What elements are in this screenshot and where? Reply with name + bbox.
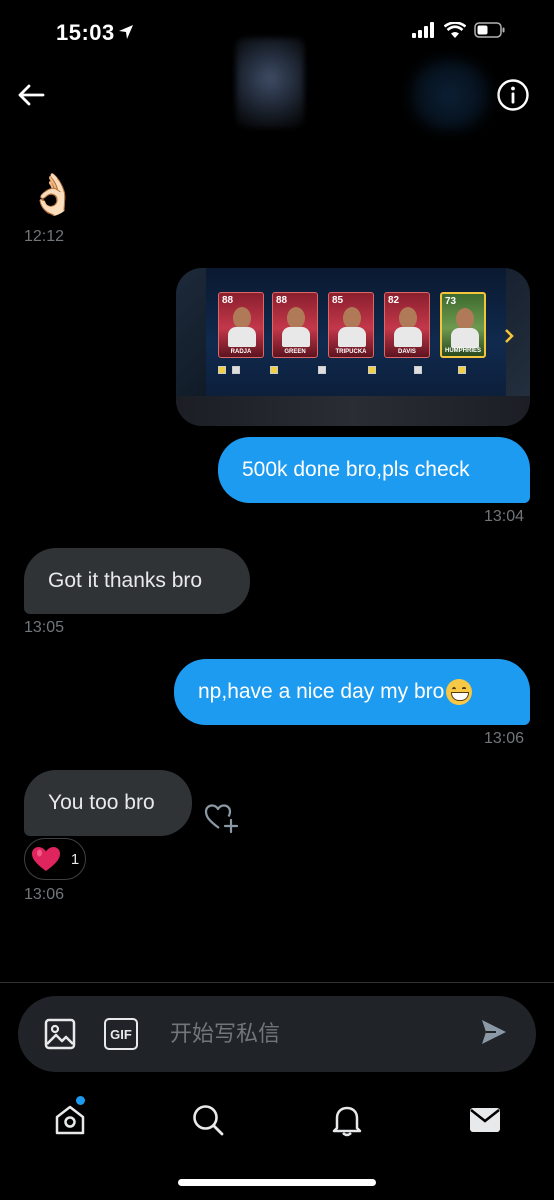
card-rating: 85 [332, 295, 344, 306]
location-arrow-icon [118, 24, 134, 45]
add-reaction-button[interactable] [204, 802, 240, 836]
card-player-name: DAVIS [398, 349, 416, 355]
card-rating: 88 [276, 295, 288, 306]
card-player-name: TRIPUCKA [335, 349, 367, 355]
wifi-icon [443, 21, 467, 43]
message-emoji[interactable]: 👌🏻 [28, 170, 78, 220]
bell-icon [332, 1106, 362, 1137]
reaction-count: 1 [70, 850, 80, 868]
home-icon [55, 1105, 85, 1135]
image-button[interactable] [44, 1018, 76, 1055]
message-text: 500k done bro,pls check [242, 458, 470, 481]
mail-icon [470, 1108, 500, 1132]
message-bubble-outgoing[interactable]: np,have a nice day my bro [174, 659, 530, 725]
photo-chip-row [218, 366, 488, 376]
search-icon [193, 1105, 224, 1136]
composer-divider [0, 982, 554, 983]
battery-icon [474, 22, 506, 43]
gif-button[interactable]: GIF [104, 1018, 138, 1050]
message-timestamp: 13:06 [484, 730, 525, 747]
send-button[interactable] [480, 1018, 508, 1051]
message-photo[interactable]: 88 RADJA 88 GREEN 85 TRIPUCKA 82 DAVIS 73 HUMPHRI… [176, 268, 530, 426]
heart-reaction-icon [31, 847, 60, 871]
grinning-face-emoji-icon [446, 679, 473, 705]
tab-home[interactable] [52, 1102, 88, 1138]
tab-search[interactable] [190, 1102, 226, 1138]
back-button[interactable] [14, 78, 48, 112]
photo-player-card: 73 HUMPHRIES [440, 292, 486, 358]
message-text: np,have a nice day my bro [198, 680, 445, 703]
cellular-signal-icon [412, 22, 436, 43]
tab-messages[interactable] [467, 1102, 503, 1138]
status-time: 15:03 [56, 20, 115, 45]
message-composer: GIF [18, 996, 536, 1072]
message-timestamp: 13:06 [24, 886, 65, 903]
message-timestamp: 13:05 [24, 619, 65, 636]
message-bubble-incoming[interactable]: Got it thanks bro [24, 548, 250, 614]
message-text: Got it thanks bro [48, 569, 203, 592]
message-input[interactable] [170, 1016, 450, 1052]
message-bubble-outgoing[interactable]: 500k done bro,pls check [218, 437, 530, 503]
heart-plus-icon [204, 804, 239, 834]
reaction-badge[interactable]: 1 [24, 838, 86, 880]
tab-notifications[interactable] [329, 1102, 365, 1138]
info-button[interactable] [496, 78, 530, 112]
card-player-name: HUMPHRIES [444, 348, 481, 354]
photo-chevron-right-icon [505, 329, 514, 343]
contact-name[interactable] [410, 60, 490, 130]
image-icon [44, 1018, 76, 1050]
bottom-tab-bar [0, 1090, 554, 1150]
card-rating: 88 [222, 295, 234, 306]
back-arrow-icon [18, 84, 45, 106]
contact-avatar[interactable] [236, 38, 304, 128]
card-player-name: GREEN [284, 349, 306, 355]
notification-dot [76, 1096, 85, 1105]
message-timestamp: 12:12 [24, 228, 65, 245]
info-icon [497, 79, 529, 111]
send-icon [482, 1020, 506, 1044]
message-bubble-incoming[interactable]: You too bro [24, 770, 192, 836]
message-text: You too bro [48, 791, 155, 814]
card-rating: 73 [445, 296, 457, 307]
photo-tv-frame [176, 396, 530, 426]
card-rating: 82 [388, 295, 400, 306]
photo-player-card: 88 GREEN [272, 292, 318, 358]
home-indicator [178, 1179, 376, 1186]
photo-player-card: 85 TRIPUCKA [328, 292, 374, 358]
message-timestamp: 13:04 [484, 508, 525, 525]
photo-player-card: 88 RADJA [218, 292, 264, 358]
status-icons [412, 21, 506, 43]
card-player-name: RADJA [230, 349, 252, 355]
photo-player-card: 82 DAVIS [384, 292, 430, 358]
